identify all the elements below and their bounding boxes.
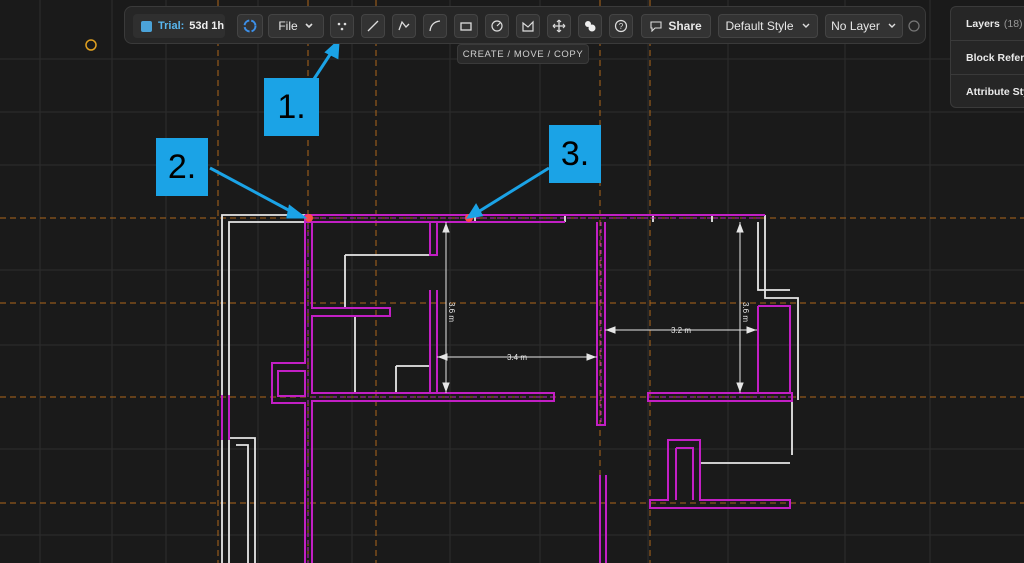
trial-badge[interactable]: Trial: 53d 1h xyxy=(133,14,225,38)
trial-time: 53d 1h xyxy=(189,20,225,32)
attribute-styles-tab[interactable]: Attribute Sty xyxy=(951,75,1024,107)
line-tool[interactable] xyxy=(361,14,385,38)
arc-icon xyxy=(429,20,441,32)
dimension-label: 3.6 m xyxy=(447,302,456,322)
gauge-icon xyxy=(491,20,503,32)
polyline-tool[interactable] xyxy=(392,14,416,38)
chevron-down-icon xyxy=(305,23,313,29)
create-move-copy-tool[interactable] xyxy=(547,14,571,38)
cube-icon xyxy=(141,20,152,32)
help-button[interactable]: ? xyxy=(609,14,633,38)
attribute-label: Attribute Sty xyxy=(966,86,1024,98)
measure-tool[interactable] xyxy=(485,14,509,38)
style-label: Default Style xyxy=(725,19,794,33)
file-label: File xyxy=(278,19,298,33)
move-icon xyxy=(552,19,566,33)
tool-tooltip: CREATE / MOVE / COPY xyxy=(457,44,589,64)
dimension-label: 3.2 m xyxy=(671,326,691,335)
rectangle-tool[interactable] xyxy=(454,14,478,38)
line-icon xyxy=(367,20,379,32)
style-dropdown[interactable]: Default Style xyxy=(718,14,818,38)
callout-2: 2. xyxy=(156,138,208,196)
rotate-icon xyxy=(243,19,257,33)
polyline-icon xyxy=(398,20,410,31)
drawing-canvas[interactable]: 3.6 m 3.4 m 3.2 m 3.6 m xyxy=(0,0,1024,563)
callout-arrows xyxy=(209,38,550,220)
dimension-label: 3.6 m xyxy=(741,302,750,322)
main-toolbar: Trial: 53d 1h File ? Share Default Style… xyxy=(124,6,926,44)
trial-label: Trial: xyxy=(158,20,185,32)
rectangle-icon xyxy=(460,22,472,31)
origin-marker[interactable] xyxy=(85,39,97,51)
hatch-tool[interactable] xyxy=(516,14,540,38)
layer-dropdown[interactable]: No Layer xyxy=(825,14,903,38)
svg-text:?: ? xyxy=(619,22,624,31)
hatch-icon xyxy=(522,20,534,32)
layers-tab[interactable]: Layers (18) xyxy=(951,7,1024,41)
file-menu[interactable]: File xyxy=(268,14,324,38)
sync-button[interactable] xyxy=(237,14,263,38)
share-label: Share xyxy=(668,19,702,33)
block-ref-label: Block Refere xyxy=(966,51,1024,64)
comment-icon xyxy=(650,21,662,32)
help-icon: ? xyxy=(614,19,628,33)
block-tool[interactable] xyxy=(578,14,602,38)
point-tool[interactable] xyxy=(330,14,354,38)
layer-label: No Layer xyxy=(831,19,880,33)
dimension-label: 3.4 m xyxy=(507,353,527,362)
chevron-down-icon xyxy=(888,23,896,28)
grid xyxy=(0,0,1024,563)
dimension-labels: 3.6 m 3.4 m 3.2 m 3.6 m xyxy=(447,302,750,362)
point-icon xyxy=(337,22,347,31)
chevron-down-icon xyxy=(802,23,810,28)
circle-status-icon[interactable] xyxy=(908,20,920,32)
layers-label: Layers xyxy=(966,17,1000,30)
side-panel: Layers (18) Block Refere Attribute Sty xyxy=(950,6,1024,108)
block-icon xyxy=(585,21,596,32)
share-button[interactable]: Share xyxy=(641,14,711,38)
callout-3: 3. xyxy=(549,125,601,183)
layers-count: (18) xyxy=(1003,17,1023,30)
guide-lines xyxy=(0,0,1024,563)
arc-tool[interactable] xyxy=(423,14,447,38)
block-references-tab[interactable]: Block Refere xyxy=(951,41,1024,75)
callout-1: 1. xyxy=(264,78,319,136)
